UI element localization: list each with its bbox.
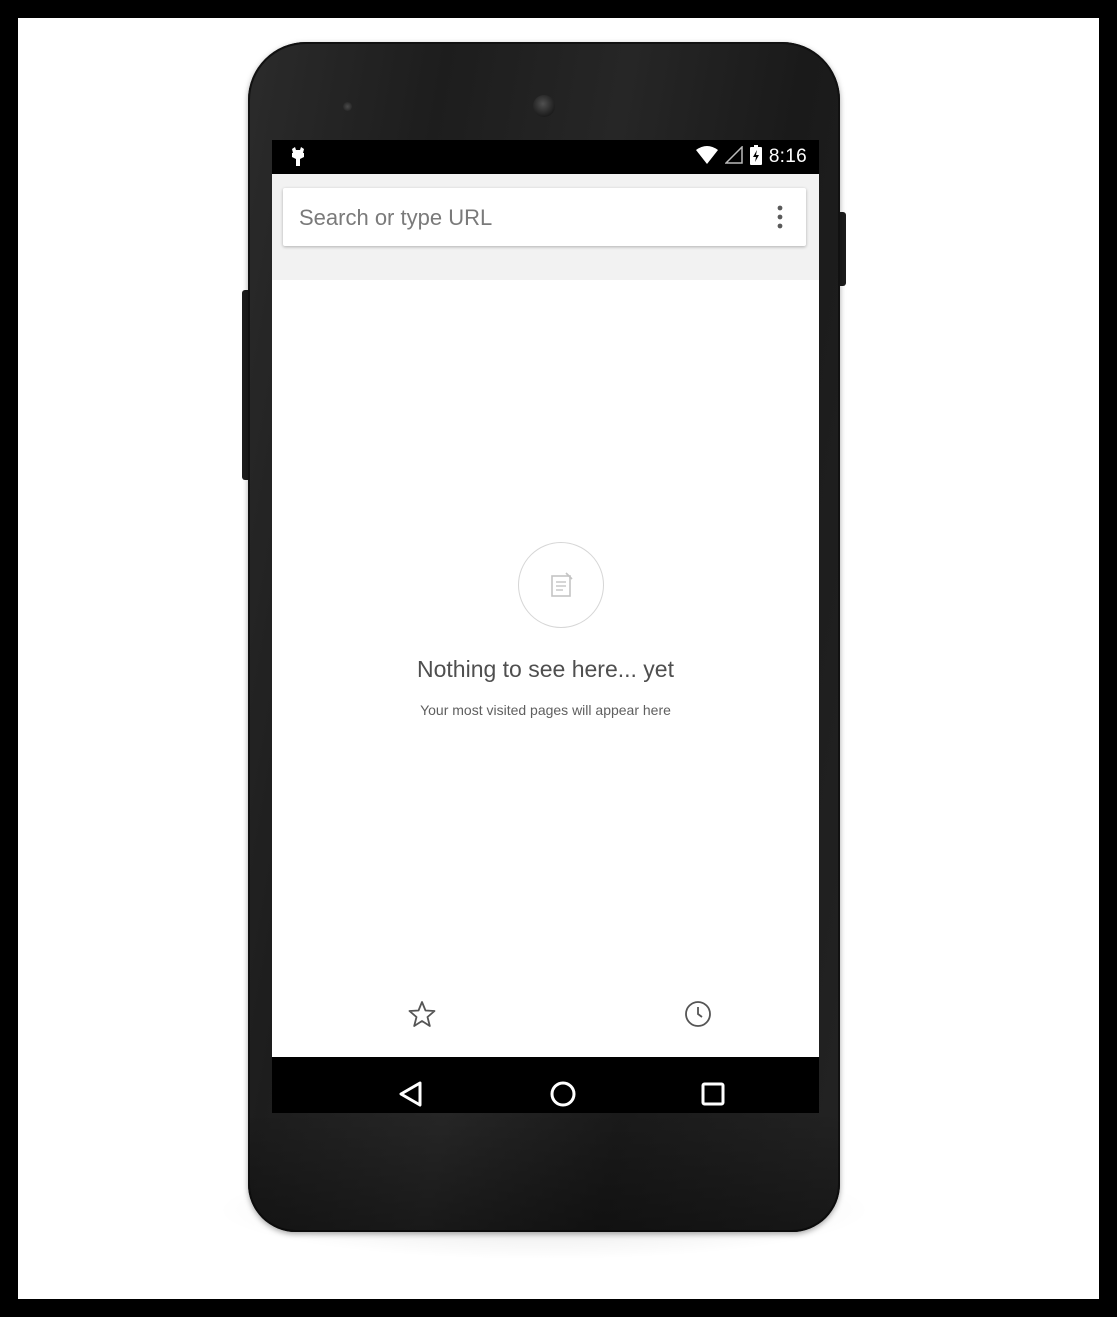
page-icon: [518, 542, 604, 628]
more-vert-icon[interactable]: [777, 204, 783, 230]
menu-button[interactable]: [768, 202, 792, 232]
front-camera: [533, 95, 555, 117]
android-notification-icon: [290, 147, 306, 167]
sensor-dot: [343, 102, 352, 111]
battery-icon: [749, 144, 762, 170]
recents-button[interactable]: [698, 1079, 728, 1109]
back-button[interactable]: [396, 1079, 426, 1109]
status-time: 8:16: [768, 146, 807, 167]
cell-signal-icon: [724, 144, 743, 169]
star-icon[interactable]: [407, 999, 437, 1029]
recents-icon[interactable]: [698, 1079, 728, 1109]
empty-state-title: Nothing to see here... yet: [417, 656, 674, 682]
status-bar: 8:16: [272, 140, 819, 174]
phone-screen: 8:16 Search or type URL Nothing to see h…: [272, 140, 819, 1113]
bookmarks-button[interactable]: [407, 999, 437, 1029]
empty-state-subtitle: Your most visited pages will appear here: [420, 702, 671, 718]
omnibox-placeholder[interactable]: Search or type URL: [299, 205, 492, 231]
home-icon[interactable]: [548, 1079, 578, 1109]
home-button[interactable]: [548, 1079, 578, 1109]
phone-bottom-shade: [248, 1112, 840, 1232]
navigation-bar: [272, 1057, 819, 1113]
status-icons: 8:16: [695, 144, 807, 170]
omnibox[interactable]: Search or type URL: [283, 188, 806, 246]
back-icon[interactable]: [396, 1079, 426, 1109]
wifi-icon: [695, 145, 718, 169]
bottom-toolbar: [272, 983, 819, 1043]
new-tab-page: Nothing to see here... yet Your most vis…: [272, 280, 819, 1023]
omnibox-area: Search or type URL: [272, 174, 819, 280]
clock-icon[interactable]: [683, 999, 713, 1029]
history-button[interactable]: [683, 999, 713, 1029]
